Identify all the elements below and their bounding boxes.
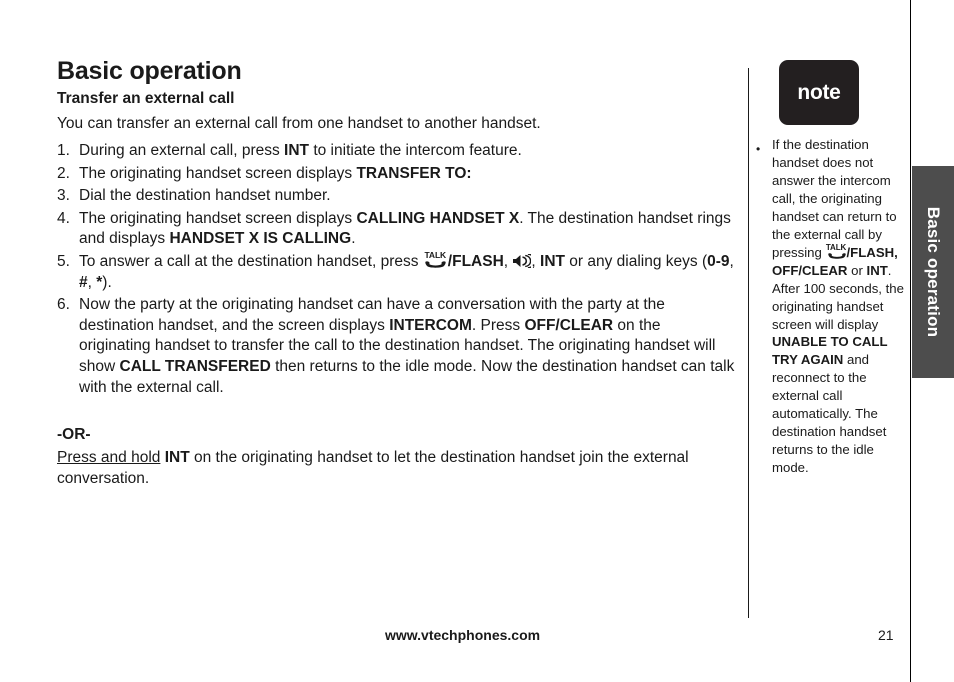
emphasis-text: INT	[284, 141, 310, 159]
step-text: During an external call, press INT to in…	[79, 141, 522, 159]
step-number: 2.	[57, 164, 70, 182]
emphasis-text: 0-9	[707, 252, 730, 270]
procedure-step: 3. Dial the destination handset number.	[57, 186, 735, 207]
note-sidebar-body: If the destination handset does not answ…	[772, 136, 904, 477]
procedure-steps-list: 1. During an external call, press INT to …	[57, 141, 735, 419]
note-badge: note	[779, 60, 859, 125]
emphasis-text: CALL TRANSFERED	[119, 358, 271, 375]
handset-glyph	[425, 261, 446, 268]
footer-url: www.vtechphones.com	[385, 627, 541, 643]
procedure-step: 4. The originating handset screen display…	[57, 209, 735, 250]
emphasis-text: CALLING HANDSET X	[356, 209, 520, 227]
page-edge-rule	[910, 0, 912, 682]
page-title: Basic operation	[57, 57, 242, 85]
step-text: Dial the destination handset number.	[79, 187, 331, 205]
footer-page-number: 21	[878, 627, 894, 643]
step-number: 4.	[57, 209, 70, 227]
handset-glyph	[827, 253, 846, 259]
step-number: 1.	[57, 141, 70, 159]
emphasis-text: #	[79, 273, 88, 291]
section-title: Transfer an external call	[57, 90, 235, 108]
talk-key-icon: TALK	[825, 242, 847, 259]
step-number: 3.	[57, 187, 70, 205]
column-divider	[748, 68, 749, 618]
emphasis-text: TRANSFER TO:	[356, 164, 472, 182]
intro-paragraph: You can transfer an external call from o…	[57, 115, 541, 133]
talk-key-icon: TALK	[423, 249, 448, 268]
alternative-paragraph: Press and hold INT on the originating ha…	[57, 448, 689, 487]
step-number: 6.	[57, 296, 70, 314]
emphasis-text: HANDSET X IS CALLING	[169, 230, 352, 248]
emphasis-text: INT	[866, 262, 888, 278]
emphasis-text: INT	[540, 252, 565, 270]
main-content-column: Basic operation Transfer an external cal…	[57, 58, 735, 489]
or-separator-label: -OR-	[57, 425, 91, 443]
procedure-step: 5. To answer a call at the destination ha…	[57, 249, 735, 293]
emphasis-text: INTERCOM	[389, 316, 472, 334]
procedure-step: 1. During an external call, press INT to …	[57, 141, 735, 162]
underlined-text: Press and hold	[57, 448, 161, 466]
step-text: Now the party at the originating handset…	[79, 296, 735, 396]
chapter-tab-label: Basic operation	[924, 206, 943, 338]
note-badge-label: note	[797, 80, 841, 104]
step-number: 5.	[57, 252, 70, 270]
speaker-icon	[513, 253, 532, 268]
step-text: The originating handset screen displays …	[79, 164, 472, 182]
talk-key-label: TALK	[825, 242, 847, 252]
step-text: To answer a call at the destination hand…	[79, 249, 734, 291]
procedure-step: 2. The originating handset screen display…	[57, 164, 735, 185]
emphasis-text: *	[96, 273, 103, 291]
note-paragraph: If the destination handset does not answ…	[772, 137, 904, 476]
emphasis-text: INT	[164, 448, 190, 466]
note-bullet-icon: •	[756, 142, 761, 156]
talk-key-label: TALK	[424, 249, 447, 260]
emphasis-text: UNABLE TO CALL TRY AGAIN	[772, 334, 888, 368]
emphasis-text: OFF/CLEAR	[524, 316, 614, 334]
procedure-step: 6. Now the party at the originating hands…	[57, 295, 735, 419]
emphasis-text: /FLASH	[447, 252, 504, 270]
chapter-tab: Basic operation	[912, 166, 954, 378]
step-text: The originating handset screen displays …	[79, 209, 731, 248]
